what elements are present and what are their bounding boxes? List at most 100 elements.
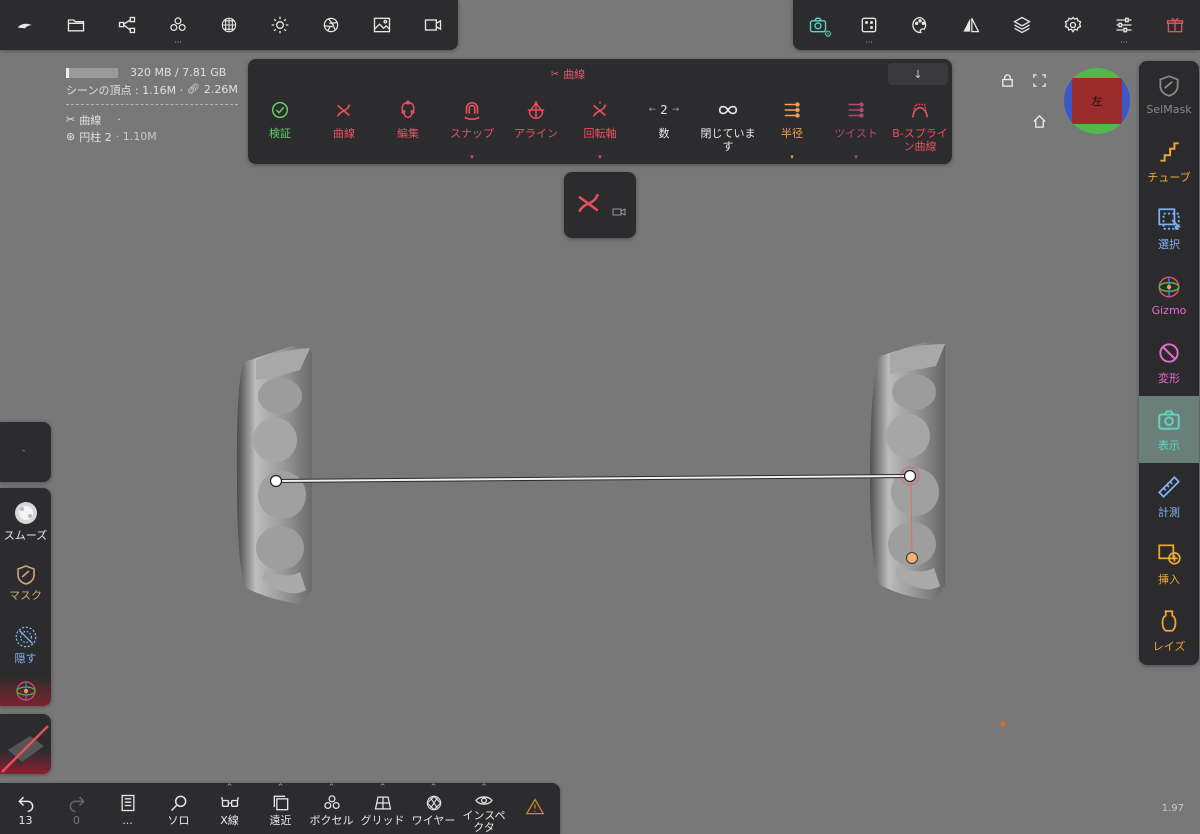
image-icon[interactable] [357, 0, 407, 50]
voxel-icon [323, 795, 340, 810]
view-cube[interactable]: 左 [1064, 68, 1130, 134]
layers-icon[interactable] [997, 0, 1047, 50]
selected-tool-suffix: · [117, 113, 121, 126]
raise-tool[interactable]: レイズ [1139, 597, 1199, 664]
view-cube-front-face[interactable]: 左 [1072, 78, 1122, 124]
palette-icon[interactable] [895, 0, 945, 50]
insert-tool[interactable]: 挿入 [1139, 530, 1199, 597]
xray-button[interactable]: ^ X線 [204, 783, 255, 834]
decrement-arrow-icon[interactable]: ← [649, 105, 657, 115]
validate-button[interactable]: 検証 [248, 99, 312, 159]
count-stepper[interactable]: ← 2 → 数 [632, 99, 696, 159]
radius-handle[interactable] [906, 552, 918, 564]
wireframe-button[interactable]: ^ ワイヤー [408, 783, 459, 834]
bspline-button[interactable]: B-スプライ ン曲線 [888, 99, 952, 159]
light-icon[interactable] [255, 0, 305, 50]
hide-label: 隠す [14, 652, 37, 665]
scene-graph-icon[interactable] [102, 0, 152, 50]
object-name[interactable]: 円柱 2 [79, 129, 112, 145]
camera-icon[interactable]: ⚙ [793, 0, 843, 50]
voxel-label: ボクセル [309, 814, 354, 827]
twist-button[interactable]: ツイスト ▾ [824, 99, 888, 161]
link-icon: 🔗︎ [187, 84, 200, 95]
display-tool[interactable]: 表示 [1139, 396, 1199, 463]
redo-button[interactable]: 0 [51, 783, 102, 834]
home-icon[interactable] [1032, 114, 1047, 133]
snap-button[interactable]: スナップ ▾ [440, 99, 504, 161]
selected-tool-name[interactable]: 曲線 [79, 112, 101, 128]
voxel-button[interactable]: ^ ボクセル [306, 783, 357, 834]
voxel-icon[interactable]: ··· [153, 0, 203, 50]
sliders-icon[interactable]: ··· [1099, 0, 1149, 50]
history-label: ... [122, 814, 133, 827]
right-dental-model[interactable] [870, 342, 945, 600]
caret-down-icon: ▾ [598, 153, 602, 161]
shield-icon [1159, 75, 1179, 97]
fullscreen-icon[interactable] [1032, 73, 1047, 92]
curve-line[interactable] [275, 474, 911, 483]
dice-icon[interactable]: ··· [844, 0, 894, 50]
tube-tool[interactable]: チューブ [1139, 128, 1199, 195]
video-icon[interactable] [408, 0, 458, 50]
select-tool[interactable]: 選択 [1139, 195, 1199, 262]
material-preview[interactable] [0, 714, 51, 774]
edit-button[interactable]: 編集 [376, 99, 440, 159]
settings-icon[interactable] [1048, 0, 1098, 50]
sculpt-logo-icon[interactable] [0, 0, 50, 50]
hide-tool[interactable]: 隠す [0, 616, 51, 674]
smooth-tool[interactable]: スムーズ [0, 492, 51, 550]
aperture-icon[interactable] [306, 0, 356, 50]
transform-tool[interactable]: 変形 [1139, 329, 1199, 396]
rotation-axis-icon [592, 101, 607, 117]
radius-label: 半径 [781, 127, 803, 140]
curve-control-point-start[interactable] [269, 474, 283, 488]
perspective-button[interactable]: ^ 遠近 [255, 783, 306, 834]
measure-tool[interactable]: 計測 [1139, 463, 1199, 530]
curve-control-point-end[interactable] [903, 469, 917, 483]
curve-panel-title-text: 曲線 [563, 68, 586, 81]
view-cube-top-face [1072, 68, 1122, 78]
lock-icon[interactable] [1000, 73, 1015, 92]
rotation-axis-button[interactable]: 回転軸 ▾ [568, 99, 632, 161]
curve-button[interactable]: 曲線 [312, 99, 376, 159]
grid-button[interactable]: ^ グリッド [357, 783, 408, 834]
cylinder-icon: ⊛ [66, 130, 76, 143]
curve-icon: ✂ [550, 68, 560, 80]
gizmo-tool[interactable]: Gizmo [1139, 262, 1199, 329]
snap-label: スナップ [450, 127, 494, 140]
mask-tool[interactable]: マスク [0, 554, 51, 612]
caret-up-icon: ^ [328, 783, 335, 791]
infinity-icon [718, 105, 738, 115]
smooth-label: スムーズ [3, 529, 48, 542]
collapse-button[interactable]: ↓ [888, 63, 948, 85]
caret-up-icon: ^ [430, 783, 437, 791]
inspector-button[interactable]: ^ インスペクタ [459, 783, 509, 834]
material-swatch-icon [1, 725, 49, 773]
record-icon[interactable] [612, 202, 626, 221]
curve-shortcut-panel [564, 172, 636, 238]
radius-button[interactable]: 半径 ▾ [760, 99, 824, 161]
folder-icon[interactable] [51, 0, 101, 50]
solo-button[interactable]: ソロ [153, 783, 204, 834]
increment-arrow-icon[interactable]: → [672, 105, 680, 115]
gift-icon[interactable] [1150, 0, 1200, 50]
closed-toggle[interactable]: 閉じています [696, 99, 760, 159]
gizmo-mini-tool[interactable] [0, 676, 51, 706]
undo-button[interactable]: 13 [0, 783, 51, 834]
symmetry-icon[interactable] [946, 0, 996, 50]
align-button[interactable]: アライン [504, 99, 568, 159]
insert-icon [1158, 543, 1181, 565]
left-dental-model[interactable] [236, 346, 312, 604]
ruler-icon [1158, 475, 1180, 498]
left-quick-panel[interactable]: - [0, 422, 51, 482]
selmask-tool[interactable]: SelMask [1139, 61, 1199, 128]
curve-shortcut-button[interactable] [574, 188, 608, 222]
sphere-mesh-icon[interactable] [204, 0, 254, 50]
warning-button[interactable] [509, 783, 560, 834]
scene-info: 320 MB / 7.81 GB シーンの頂点 : 1.16M · 🔗︎ 2.2… [66, 64, 238, 145]
history-button[interactable]: ... [102, 783, 153, 834]
measure-label: 計測 [1158, 505, 1180, 519]
curve-icon: ✂ [66, 113, 76, 126]
rotation-axis-label: 回転軸 [583, 127, 617, 140]
grid-label: グリッド [360, 814, 405, 827]
